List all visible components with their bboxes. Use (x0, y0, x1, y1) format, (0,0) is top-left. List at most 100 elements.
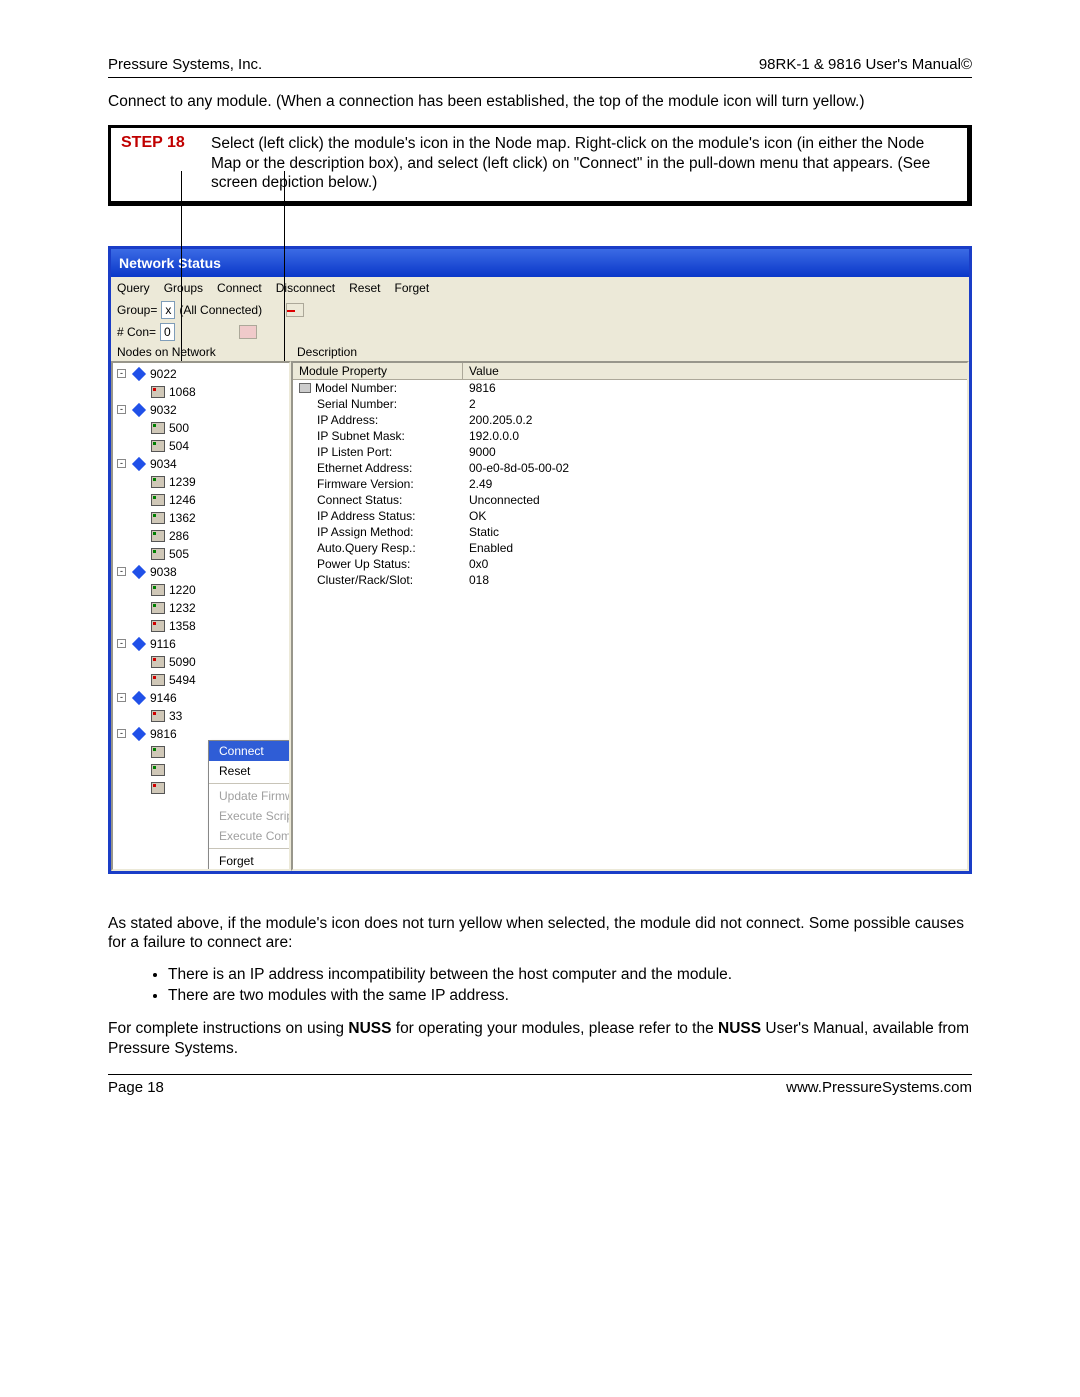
tree-child-node[interactable]: 1239 (113, 473, 289, 491)
tree-child-node[interactable]: 1220 (113, 581, 289, 599)
con-label: # Con= (117, 325, 156, 339)
tree-node-label: 9116 (150, 637, 176, 651)
tree-parent-node[interactable]: - 9032 (113, 401, 289, 419)
step-text: Select (left click) the module's icon in… (211, 134, 957, 192)
prop-label: IP Assign Method: (317, 525, 414, 539)
tree-node-label: 505 (169, 547, 189, 561)
expander-icon[interactable]: - (117, 459, 126, 468)
props-title: Description (291, 343, 969, 361)
prop-value: OK (463, 508, 967, 524)
module-icon (151, 440, 165, 452)
prop-value: 9816 (463, 380, 967, 396)
tree-child-node[interactable]: 286 (113, 527, 289, 545)
tree-parent-node[interactable]: - 9116 (113, 635, 289, 653)
group-field[interactable]: x (161, 301, 175, 319)
tree-child-node[interactable]: 5090 (113, 653, 289, 671)
prop-label: Serial Number: (317, 397, 397, 411)
tree-node-label: 9038 (150, 565, 177, 579)
context-menu: Connect Reset Update Firmware Execute Sc… (208, 740, 291, 871)
module-icon (151, 530, 165, 542)
tree-node-label: 9032 (150, 403, 177, 417)
module-icon (151, 746, 165, 758)
prop-value: 200.205.0.2 (463, 412, 967, 428)
prop-label: IP Address Status: (317, 509, 416, 523)
header-right: 98RK-1 & 9816 User's Manual© (759, 56, 972, 73)
tree-node-label: 286 (169, 529, 189, 543)
prop-value: Enabled (463, 540, 967, 556)
tree-parent-node[interactable]: - 9146 (113, 689, 289, 707)
con-field[interactable]: 0 (160, 323, 175, 341)
menu-forget[interactable]: Forget (394, 281, 429, 295)
bullet-2: There are two modules with the same IP a… (168, 987, 972, 1005)
network-status-window: Network Status Query Groups Connect Disc… (108, 246, 972, 874)
menu-connect[interactable]: Connect (217, 281, 262, 295)
menu-groups[interactable]: Groups (164, 281, 203, 295)
tree-parent-node[interactable]: - 9034 (113, 455, 289, 473)
group-label: Group= (117, 303, 157, 317)
prop-row: Connect Status:Unconnected (293, 492, 967, 508)
tree-child-node[interactable]: 1358 (113, 617, 289, 635)
tree-node-label: 9022 (150, 367, 177, 381)
prop-row: IP Subnet Mask:192.0.0.0 (293, 428, 967, 444)
tree-node-label: 5090 (169, 655, 196, 669)
tree-child-node[interactable]: 505 (113, 545, 289, 563)
prop-row: IP Address Status: OK (293, 508, 967, 524)
step-label: STEP 18 (121, 134, 211, 192)
cm-reset[interactable]: Reset (209, 761, 291, 781)
header-left: Pressure Systems, Inc. (108, 56, 262, 73)
prop-label: Connect Status: (317, 493, 402, 507)
tree-parent-node[interactable]: - 9022 (113, 365, 289, 383)
tree-node-label: 1358 (169, 619, 196, 633)
window-titlebar: Network Status (111, 249, 969, 277)
menu-reset[interactable]: Reset (349, 281, 380, 295)
tree-child-node[interactable]: 5494 (113, 671, 289, 689)
prop-label: IP Subnet Mask: (317, 429, 405, 443)
tree-node-label: 1068 (169, 385, 196, 399)
tree-node-label: 33 (169, 709, 182, 723)
prop-row: Ethernet Address:00-e0-8d-05-00-02 (293, 460, 967, 476)
tree-title: Nodes on Network (111, 343, 291, 361)
cm-forget[interactable]: Forget (209, 851, 291, 871)
tree-node-label: 1246 (169, 493, 196, 507)
menu-bar: Query Groups Connect Disconnect Reset Fo… (111, 277, 969, 299)
property-panel: Module Property Value Model Number:9816S… (291, 361, 969, 871)
tree-child-node[interactable]: 1232 (113, 599, 289, 617)
tree-child-node[interactable]: 504 (113, 437, 289, 455)
footer-left: Page 18 (108, 1079, 164, 1096)
expander-icon[interactable]: - (117, 369, 126, 378)
expander-icon[interactable]: - (117, 639, 126, 648)
tree-node-label: 9146 (150, 691, 177, 705)
module-icon (151, 602, 165, 614)
expander-icon[interactable]: - (117, 729, 126, 738)
prop-row: Auto.Query Resp.: Enabled (293, 540, 967, 556)
tree-child-node[interactable]: 33 (113, 707, 289, 725)
node-diamond-icon (132, 402, 146, 416)
tree-child-node[interactable]: 1246 (113, 491, 289, 509)
tree-child-node[interactable]: 500 (113, 419, 289, 437)
cm-execute-commands: Execute Commands (209, 826, 291, 846)
toolbar-btn-2[interactable] (239, 325, 257, 339)
cm-update-firmware: Update Firmware (209, 786, 291, 806)
prop-value: 0x0 (463, 556, 967, 572)
tree-child-node[interactable]: 1068 (113, 383, 289, 401)
tree-node-label: 9816 (150, 727, 177, 741)
toolbar-row-2: # Con= 0 (111, 321, 969, 343)
node-diamond-icon (132, 564, 146, 578)
screenshot-container: Network Status Query Groups Connect Disc… (108, 246, 972, 874)
tree-parent-node[interactable]: - 9038 (113, 563, 289, 581)
expander-icon[interactable]: - (117, 405, 126, 414)
tree-child-node[interactable]: 1362 (113, 509, 289, 527)
module-icon (151, 512, 165, 524)
prop-label: Auto.Query Resp.: (317, 541, 416, 555)
tree-node-label: 9034 (150, 457, 177, 471)
cm-connect[interactable]: Connect (209, 741, 291, 761)
prop-row: IP Listen Port:9000 (293, 444, 967, 460)
toolbar-btn[interactable] (286, 303, 304, 317)
menu-query[interactable]: Query (117, 281, 150, 295)
prop-row: Serial Number:2 (293, 396, 967, 412)
expander-icon[interactable]: - (117, 567, 126, 576)
cm-execute-script: Execute Script (209, 806, 291, 826)
tree-panel[interactable]: - 9022 1068 - 9032 500504 - 9034 1239 1246 1362 286… (111, 361, 291, 871)
expander-icon[interactable]: - (117, 693, 126, 702)
prop-label: Cluster/Rack/Slot: (317, 573, 413, 587)
